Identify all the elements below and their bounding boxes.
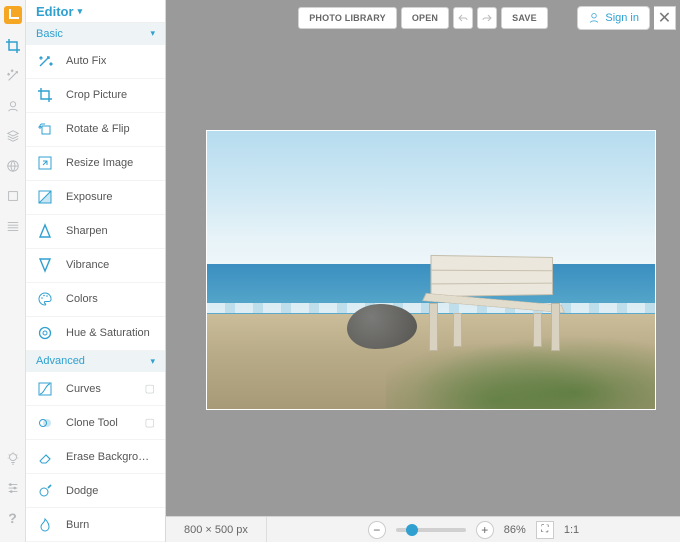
tool-auto-fix[interactable]: Auto Fix xyxy=(26,45,165,79)
tool-label: Clone Tool xyxy=(66,417,118,429)
zoom-out-button[interactable]: − xyxy=(368,521,386,539)
basic-tools-list: Auto Fix Crop Picture Rotate & Flip Resi… xyxy=(26,45,165,351)
tool-sharpen[interactable]: Sharpen xyxy=(26,215,165,249)
tool-exposure[interactable]: Exposure xyxy=(26,181,165,215)
help-icon[interactable]: ? xyxy=(5,510,21,526)
tool-label: Burn xyxy=(66,519,89,531)
tool-dodge[interactable]: Dodge xyxy=(26,474,165,508)
tool-resize-image[interactable]: Resize Image xyxy=(26,147,165,181)
open-button[interactable]: OPEN xyxy=(401,7,449,29)
zoom-percent: 86% xyxy=(504,524,526,536)
tool-label: Hue & Saturation xyxy=(66,327,150,339)
zoom-in-button[interactable]: + xyxy=(476,521,494,539)
app-logo-icon[interactable] xyxy=(4,6,22,24)
wand-icon xyxy=(36,52,54,70)
chevron-down-icon: ▾ xyxy=(78,6,83,17)
sharpen-icon xyxy=(36,222,54,240)
workspace: PHOTO LIBRARY OPEN SAVE Sign in ✕ xyxy=(166,0,680,542)
tool-crop-picture[interactable]: Crop Picture xyxy=(26,79,165,113)
tool-label: Dodge xyxy=(66,485,98,497)
save-button[interactable]: SAVE xyxy=(501,7,548,29)
chevron-down-icon: ▾ xyxy=(150,356,155,367)
external-icon: ▢ xyxy=(145,416,155,429)
portrait-icon[interactable] xyxy=(5,98,21,114)
tool-label: Curves xyxy=(66,383,101,395)
left-icon-rail: ? xyxy=(0,0,26,542)
fit-screen-button[interactable]: ⛶ xyxy=(536,521,554,539)
resize-icon xyxy=(36,154,54,172)
settings-sliders-icon[interactable] xyxy=(5,480,21,496)
close-button[interactable]: ✕ xyxy=(654,6,676,30)
tool-label: Crop Picture xyxy=(66,89,127,101)
chevron-down-icon: ▾ xyxy=(150,28,155,39)
vibrance-icon xyxy=(36,256,54,274)
tool-rotate-flip[interactable]: Rotate & Flip xyxy=(26,113,165,147)
photo-library-button[interactable]: PHOTO LIBRARY xyxy=(298,7,397,29)
zoom-controls: − + 86% ⛶ 1:1 xyxy=(368,521,579,539)
tool-label: Exposure xyxy=(66,191,112,203)
tool-curves[interactable]: Curves ▢ xyxy=(26,372,165,406)
burn-icon xyxy=(36,516,54,534)
tool-erase-background[interactable]: Erase Background xyxy=(26,440,165,474)
frame-icon[interactable] xyxy=(5,188,21,204)
undo-button[interactable] xyxy=(453,7,473,29)
sign-in-button[interactable]: Sign in xyxy=(577,6,650,30)
tool-clone[interactable]: Clone Tool ▢ xyxy=(26,406,165,440)
tool-label: Auto Fix xyxy=(66,55,106,67)
zoom-ratio: 1:1 xyxy=(564,524,579,536)
status-bar: 800 × 500 px − + 86% ⛶ 1:1 xyxy=(166,516,680,542)
section-advanced[interactable]: Advanced ▾ xyxy=(26,351,165,372)
zoom-slider-knob[interactable] xyxy=(406,524,418,536)
zoom-slider[interactable] xyxy=(396,528,466,532)
tools-panel: Editor ▾ Basic ▾ Auto Fix Crop Picture R… xyxy=(26,0,166,542)
panel-title: Editor xyxy=(36,4,74,19)
tool-vibrance[interactable]: Vibrance xyxy=(26,249,165,283)
redo-button[interactable] xyxy=(477,7,497,29)
dimensions-text: 800 × 500 px xyxy=(184,524,248,536)
texture-icon[interactable] xyxy=(5,218,21,234)
magic-wand-icon[interactable] xyxy=(5,68,21,84)
tool-label: Vibrance xyxy=(66,259,109,271)
user-icon xyxy=(588,12,600,24)
tool-label: Rotate & Flip xyxy=(66,123,130,135)
panel-header[interactable]: Editor ▾ xyxy=(26,0,165,23)
sign-in-label: Sign in xyxy=(605,12,639,24)
layers-icon[interactable] xyxy=(5,128,21,144)
crop-icon xyxy=(36,86,54,104)
section-basic-label: Basic xyxy=(36,28,63,40)
advanced-tools-list: Curves ▢ Clone Tool ▢ Erase Background D… xyxy=(26,372,165,542)
dodge-icon xyxy=(36,482,54,500)
globe-icon[interactable] xyxy=(5,158,21,174)
dimensions-readout: 800 × 500 px xyxy=(166,517,267,542)
lightbulb-icon[interactable] xyxy=(5,450,21,466)
exposure-icon xyxy=(36,188,54,206)
external-icon: ▢ xyxy=(145,382,155,395)
tool-label: Sharpen xyxy=(66,225,108,237)
curves-icon xyxy=(36,380,54,398)
tool-label: Colors xyxy=(66,293,98,305)
rotate-icon xyxy=(36,120,54,138)
tool-label: Resize Image xyxy=(66,157,133,169)
tool-colors[interactable]: Colors xyxy=(26,283,165,317)
section-basic[interactable]: Basic ▾ xyxy=(26,23,165,44)
section-advanced-label: Advanced xyxy=(36,355,85,367)
eraser-icon xyxy=(36,448,54,466)
clone-icon xyxy=(36,414,54,432)
tool-burn[interactable]: Burn xyxy=(26,508,165,542)
hue-icon xyxy=(36,324,54,342)
image-canvas[interactable] xyxy=(206,130,656,410)
crop-tool-icon[interactable] xyxy=(5,38,21,54)
palette-icon xyxy=(36,290,54,308)
tool-hue-saturation[interactable]: Hue & Saturation xyxy=(26,317,165,351)
tool-label: Erase Background xyxy=(66,451,155,463)
